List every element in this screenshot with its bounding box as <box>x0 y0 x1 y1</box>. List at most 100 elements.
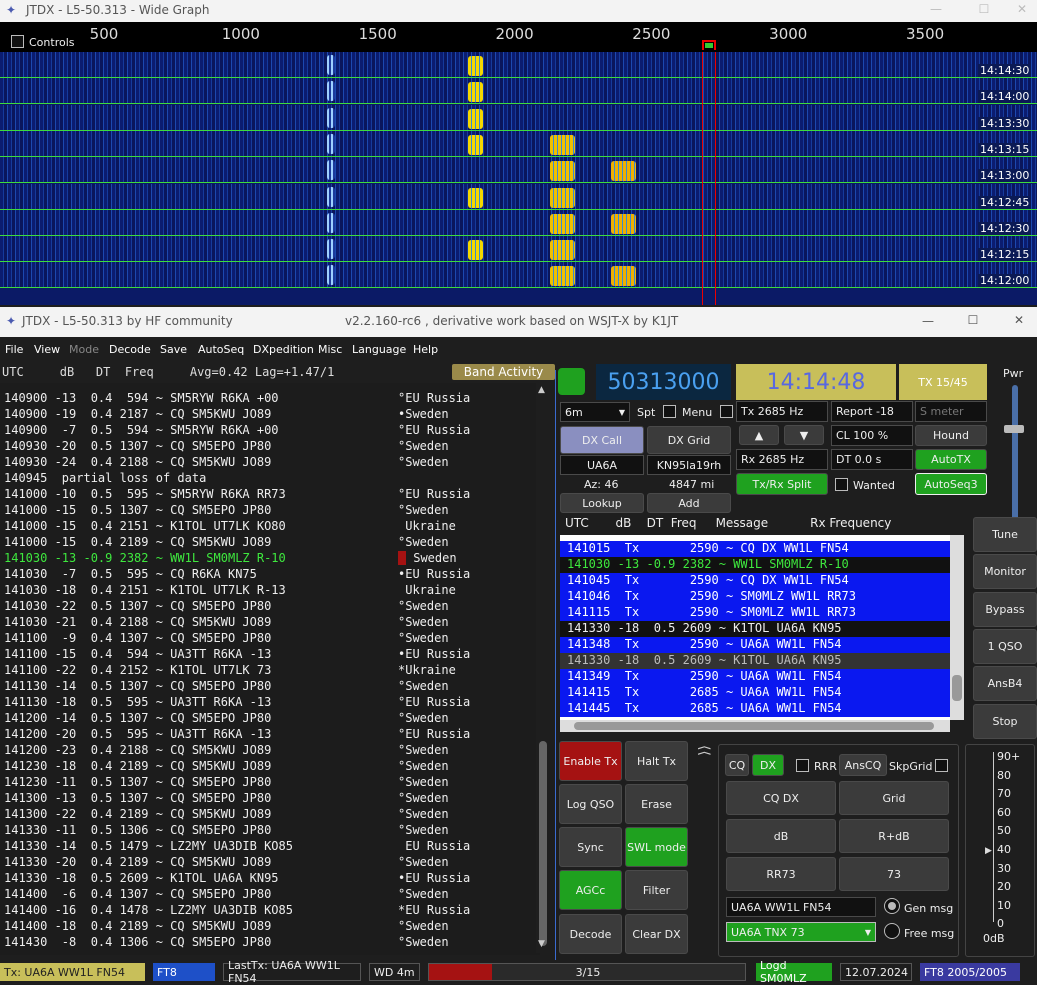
collapse-arrows-icon[interactable]: ⟨⟨ <box>696 745 712 756</box>
rx-frequency-field[interactable]: Rx 2685 Hz <box>736 449 828 470</box>
hound-button[interactable]: Hound <box>915 425 987 446</box>
gen-msg-radio[interactable] <box>884 898 900 914</box>
close-icon[interactable]: ✕ <box>1014 2 1030 18</box>
rx-row[interactable]: 141045 Tx 2590 ~ CQ DX WW1L FN54 <box>560 573 950 589</box>
autoseq3-button[interactable]: AutoSeq3 <box>915 473 987 495</box>
decode-row[interactable]: 141300 -13 0.5 1307 ~ CQ SM5EPO JP80 °Swe… <box>4 791 449 807</box>
cq-dx-msg-button[interactable]: CQ DX <box>726 781 836 815</box>
decode-row[interactable]: 140945 partial loss of data <box>4 471 206 487</box>
decode-row[interactable]: 141030 -21 0.4 2188 ~ CQ SM5KWU JO89 °Swe… <box>4 615 449 631</box>
decode-row[interactable]: 141000 -15 0.5 1307 ~ CQ SM5EPO JP80 °Swe… <box>4 503 449 519</box>
decode-row[interactable]: 141230 -11 0.5 1307 ~ CQ SM5EPO JP80 °Swe… <box>4 775 449 791</box>
rx-row[interactable]: 141115 Tx 2590 ~ SM0MLZ WW1L RR73 <box>560 605 950 621</box>
waterfall[interactable]: 14:14:30 14:14:00 14:13:30 14:13:15 14:13:00… <box>0 52 1037 305</box>
db-msg-button[interactable]: dB <box>726 819 836 853</box>
dx-call-field[interactable]: UA6A <box>560 455 644 475</box>
cq-button[interactable]: CQ <box>725 754 749 776</box>
decode-row[interactable]: 140900 -7 0.5 594 ~ SM5RYW R6KA +00 °EU R… <box>4 423 470 439</box>
menu-view[interactable]: View <box>34 343 60 356</box>
decode-row[interactable]: 141400 -16 0.4 1478 ~ LZ2MY UA3DIB KO85 *… <box>4 903 470 919</box>
decode-row[interactable]: 141030 -7 0.5 595 ~ CQ R6KA KN75 •EU Russ… <box>4 567 470 583</box>
tune-button[interactable]: Tune <box>973 517 1037 552</box>
sync-button[interactable]: Sync <box>559 827 622 867</box>
decode-row[interactable]: 141030 -22 0.5 1307 ~ CQ SM5EPO JP80 °Swe… <box>4 599 449 615</box>
decode-button[interactable]: Decode <box>559 914 622 954</box>
rx-row[interactable]: 141015 Tx 2590 ~ CQ DX WW1L FN54 <box>560 541 950 557</box>
free-msg-radio[interactable] <box>884 923 900 939</box>
decode-row[interactable]: 141400 -18 0.4 2189 ~ CQ SM5KWU JO89 °Swe… <box>4 919 449 935</box>
decode-row[interactable]: 141330 -20 0.4 2189 ~ CQ SM5KWU JO89 °Swe… <box>4 855 449 871</box>
log-qso-button[interactable]: Log QSO <box>559 784 622 824</box>
lookup-button[interactable]: Lookup <box>560 493 644 513</box>
band-select[interactable]: 6m ▼ <box>560 402 630 422</box>
dx-grid-field[interactable]: KN95la19rh <box>647 455 731 475</box>
menu-misc[interactable]: Misc <box>318 343 342 356</box>
rx-row[interactable]: 141348 Tx 2590 ~ UA6A WW1L FN54 <box>560 637 950 653</box>
decode-row[interactable]: 141000 -15 0.4 2189 ~ CQ SM5KWU JO89 °Swe… <box>4 535 449 551</box>
decode-row[interactable]: 140930 -24 0.4 2188 ~ CQ SM5KWU JO89 °Swe… <box>4 455 449 471</box>
decode-row[interactable]: 141400 -6 0.4 1307 ~ CQ SM5EPO JP80 °Swed… <box>4 887 449 903</box>
decode-row[interactable]: 140900 -13 0.4 594 ~ SM5RYW R6KA +00 °EU … <box>4 391 470 407</box>
73-msg-button[interactable]: 73 <box>839 857 949 891</box>
dx-call-button[interactable]: DX Call <box>560 426 644 454</box>
spt-checkbox[interactable] <box>663 405 676 418</box>
decode-row[interactable]: 141030 -18 0.4 2151 ~ K1TOL UT7LK R-13 U… <box>4 583 456 599</box>
clear-dx-button[interactable]: Clear DX <box>625 914 688 954</box>
skpgrid-checkbox[interactable] <box>935 759 948 772</box>
rx-list-vscrollbar[interactable] <box>950 535 964 720</box>
decode-row[interactable]: 141030 -13 -0.9 2382 ~ WW1L SM0MLZ R-10 … <box>4 551 457 567</box>
rx-row[interactable]: 141445 Tx 2685 ~ UA6A WW1L FN54 <box>560 701 950 717</box>
dt-field[interactable]: DT 0.0 s <box>831 449 913 470</box>
menu-decode[interactable]: Decode <box>109 343 151 356</box>
rx-row[interactable]: 141330 -18 0.5 2609 ~ K1TOL UA6A KN95 <box>560 653 950 669</box>
scroll-down-icon[interactable]: ▼ <box>538 939 545 949</box>
decode-row[interactable]: 141300 -22 0.4 2189 ~ CQ SM5KWU JO89 °Swe… <box>4 807 449 823</box>
add-button[interactable]: Add <box>647 493 731 513</box>
autotx-button[interactable]: AutoTX <box>915 449 987 470</box>
bypass-button[interactable]: Bypass <box>973 591 1037 627</box>
maximize-icon[interactable]: ☐ <box>976 2 992 18</box>
rx-row[interactable]: 141330 -18 0.5 2609 ~ K1TOL UA6A KN95 <box>560 621 950 637</box>
decode-row[interactable]: 141130 -14 0.5 1307 ~ CQ SM5EPO JP80 °Swe… <box>4 679 449 695</box>
decode-row[interactable]: 141330 -14 0.5 1479 ~ LZ2MY UA3DIB KO85 … <box>4 839 470 855</box>
decode-row[interactable]: 141330 -18 0.5 2609 ~ K1TOL UA6A KN95 •EU… <box>4 871 470 887</box>
decode-row[interactable]: 141200 -20 0.5 595 ~ UA3TT R6KA -13 °EU R… <box>4 727 470 743</box>
report-field[interactable]: Report -18 <box>831 401 913 422</box>
monitor-button[interactable]: Monitor <box>973 554 1037 590</box>
one-qso-button[interactable]: 1 QSO <box>973 628 1037 664</box>
erase-button[interactable]: Erase <box>625 784 688 824</box>
band-activity-list[interactable]: 140900 -13 0.4 594 ~ SM5RYW R6KA +00 °EU … <box>0 383 540 955</box>
r-db-msg-button[interactable]: R+dB <box>839 819 949 853</box>
decode-row[interactable]: 141200 -23 0.4 2188 ~ CQ SM5KWU JO89 °Swe… <box>4 743 449 759</box>
menu-save[interactable]: Save <box>160 343 187 356</box>
rr73-msg-button[interactable]: RR73 <box>726 857 836 891</box>
decode-row[interactable]: 141100 -9 0.4 1307 ~ CQ SM5EPO JP80 °Swed… <box>4 631 449 647</box>
agcc-button[interactable]: AGCc <box>559 870 622 910</box>
tx-frequency-field[interactable]: Tx 2685 Hz <box>736 401 828 422</box>
maximize-icon[interactable]: ☐ <box>965 313 981 329</box>
wanted-checkbox[interactable] <box>835 478 848 491</box>
rx-list-hscrollbar[interactable] <box>560 720 950 732</box>
decode-row[interactable]: 140900 -19 0.4 2187 ~ CQ SM5KWU JO89 •Swe… <box>4 407 449 423</box>
menu-file[interactable]: File <box>5 343 23 356</box>
menu-checkbox[interactable] <box>720 405 733 418</box>
band-activity-scrollbar[interactable]: ▲ ▼ <box>536 383 550 953</box>
anscq-button[interactable]: AnsCQ <box>839 754 887 776</box>
dx-button[interactable]: DX <box>752 754 784 776</box>
rx-row[interactable]: 141046 Tx 2590 ~ SM0MLZ WW1L RR73 <box>560 589 950 605</box>
decode-row[interactable]: 141230 -18 0.4 2189 ~ CQ SM5KWU JO89 °Swe… <box>4 759 449 775</box>
dx-grid-button[interactable]: DX Grid <box>647 426 731 454</box>
grid-msg-button[interactable]: Grid <box>839 781 949 815</box>
controls-checkbox[interactable] <box>11 35 24 48</box>
rrr-checkbox[interactable] <box>796 759 809 772</box>
stop-button[interactable]: Stop <box>973 703 1037 739</box>
hscroll-thumb[interactable] <box>574 722 934 730</box>
decode-row[interactable]: 141100 -15 0.4 594 ~ UA3TT R6KA -13 •EU R… <box>4 647 470 663</box>
vscroll-thumb[interactable] <box>952 675 962 701</box>
rx-frequency-list[interactable]: 141015 Tx 2590 ~ CQ DX WW1L FN54 141030 -… <box>560 535 950 720</box>
enable-tx-button[interactable]: Enable Tx <box>559 741 622 781</box>
decode-row[interactable]: 140930 -20 0.5 1307 ~ CQ SM5EPO JP80 °Swe… <box>4 439 449 455</box>
decode-row[interactable]: 141330 -11 0.5 1306 ~ CQ SM5EPO JP80 °Swe… <box>4 823 449 839</box>
tx-up-button[interactable]: ▲ <box>739 425 779 445</box>
menu-help[interactable]: Help <box>413 343 438 356</box>
